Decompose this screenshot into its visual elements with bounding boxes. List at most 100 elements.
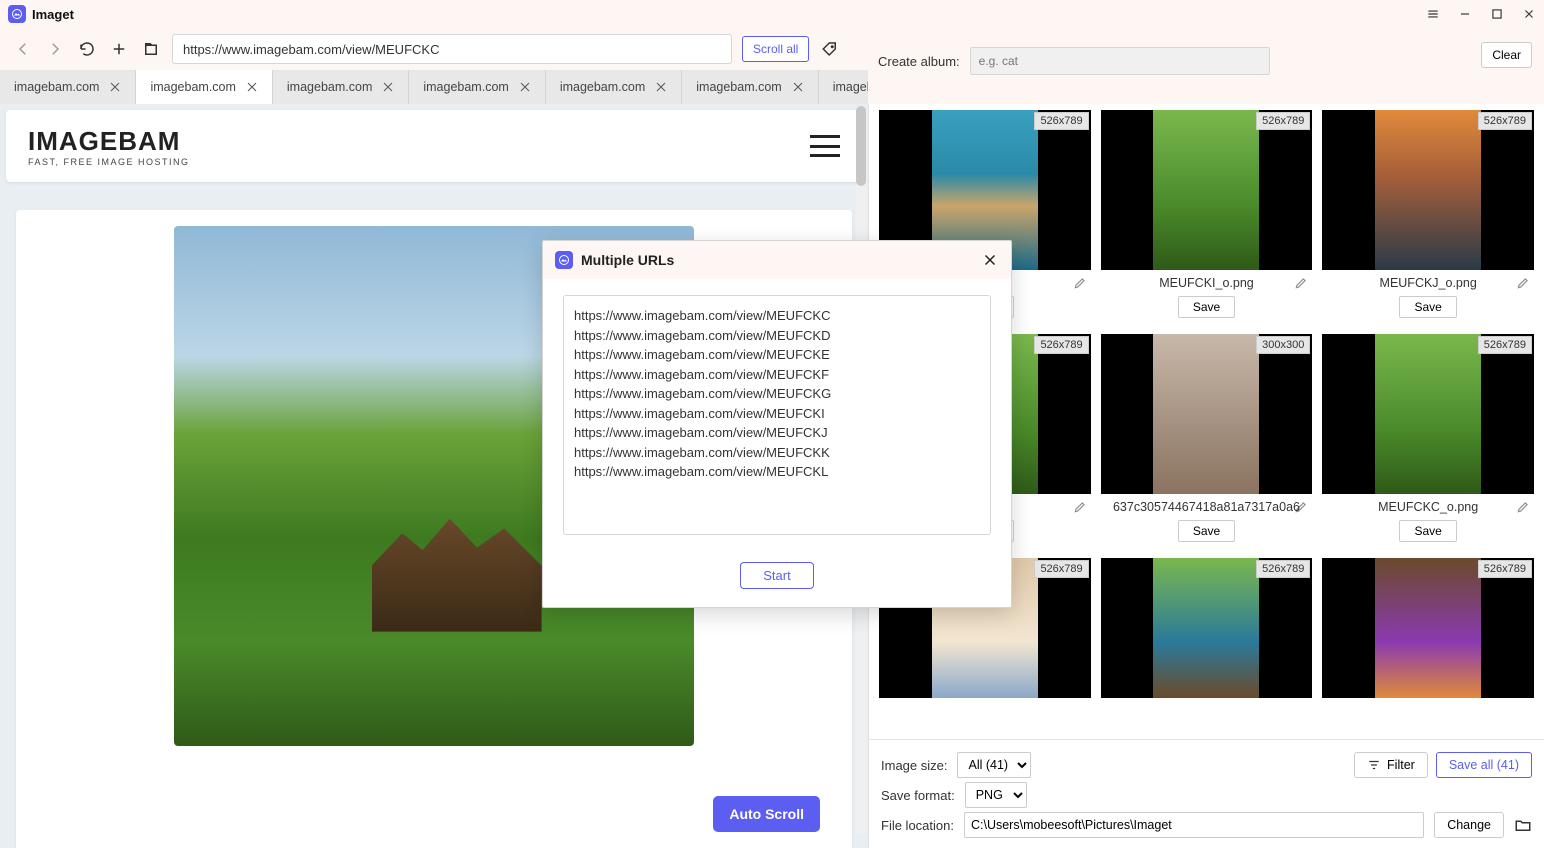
dimension-badge: 526x789 [1034,336,1088,354]
save-button[interactable]: Save [1399,520,1456,542]
filename-row: 637c30574467418a81a7317a0a6 [1101,494,1313,520]
filename: MEUFCKJ_o.png [1380,276,1477,290]
back-icon[interactable] [12,38,34,60]
filename-row: MEUFCKC_o.png [1322,494,1534,520]
site-logo: IMAGEBAM FAST, FREE IMAGE HOSTING [28,126,190,167]
tabs-icon[interactable] [140,38,162,60]
tab[interactable]: imagebam.com [0,70,136,104]
thumbnail-art [1375,334,1481,494]
edit-icon[interactable] [1294,500,1308,514]
thumbnail[interactable]: 526x789 [1322,558,1534,698]
close-icon[interactable] [382,81,394,93]
file-location-input[interactable] [964,812,1424,838]
gallery-card: 526x789 [1101,558,1313,698]
dimension-badge: 526x789 [1478,112,1532,130]
dimension-badge: 526x789 [1034,112,1088,130]
dialog-close-icon[interactable] [981,251,999,269]
dimension-badge: 526x789 [1034,560,1088,578]
add-tab-icon[interactable] [108,38,130,60]
titlebar: Imaget [0,0,1544,28]
clear-button[interactable]: Clear [1481,42,1532,68]
edit-icon[interactable] [1294,276,1308,290]
gallery-card: 526x789 [1322,558,1534,698]
minimize-icon[interactable] [1458,7,1472,21]
reload-icon[interactable] [76,38,98,60]
site-menu-icon[interactable] [810,135,840,157]
filename-row: MEUFCKJ_o.png [1322,270,1534,296]
dimension-badge: 526x789 [1256,112,1310,130]
album-toolbar: Create album: [868,40,1280,82]
dimension-badge: 526x789 [1478,560,1532,578]
page-header: IMAGEBAM FAST, FREE IMAGE HOSTING [6,110,862,182]
gallery-card: 526x789 MEUFCKJ_o.png Save [1322,110,1534,324]
thumbnail[interactable]: 526x789 [1322,110,1534,270]
dimension-badge: 300x300 [1256,336,1310,354]
multiple-urls-dialog: Multiple URLs Start [542,240,1012,608]
edit-icon[interactable] [1516,500,1530,514]
thumbnail[interactable]: 526x789 [1101,110,1313,270]
folder-icon[interactable] [1514,816,1532,834]
save-format-select[interactable]: PNG [965,782,1027,808]
album-input[interactable] [970,47,1270,75]
tag-icon[interactable] [819,38,841,60]
change-button[interactable]: Change [1434,812,1504,838]
thumbnail-art [1153,558,1259,698]
edit-icon[interactable] [1073,276,1087,290]
save-button[interactable]: Save [1178,520,1235,542]
edit-icon[interactable] [1516,276,1530,290]
save-button[interactable]: Save [1399,296,1456,318]
tab[interactable]: imagebam.com [682,70,818,104]
close-window-icon[interactable] [1522,7,1536,21]
dimension-badge: 526x789 [1256,560,1310,578]
close-icon[interactable] [109,81,121,93]
forward-icon[interactable] [44,38,66,60]
gallery-footer: Image size: All (41) Filter Save all (41… [869,739,1544,848]
thumbnail[interactable]: 300x300 [1101,334,1313,494]
url-text: https://www.imagebam.com/view/MEUFCKC [183,42,439,57]
dialog-logo-icon [555,251,573,269]
thumbnail[interactable]: 526x789 [1322,334,1534,494]
file-location-label: File location: [881,818,954,833]
dimension-badge: 526x789 [1478,336,1532,354]
tab[interactable]: imagebam.c [819,70,868,104]
filename: 637c30574467418a81a7317a0a6 [1113,500,1300,514]
scroll-all-button[interactable]: Scroll all [742,36,809,62]
edit-icon[interactable] [1073,500,1087,514]
dialog-title: Multiple URLs [581,252,674,268]
filename: MEUFCKC_o.png [1378,500,1478,514]
close-icon[interactable] [519,81,531,93]
auto-scroll-button[interactable]: Auto Scroll [713,796,820,832]
thumbnail[interactable]: 526x789 [1101,558,1313,698]
gallery-card: 526x789 MEUFCKC_o.png Save [1322,334,1534,548]
gallery-card: 300x300 637c30574467418a81a7317a0a6 Save [1101,334,1313,548]
close-icon[interactable] [792,81,804,93]
image-size-label: Image size: [881,758,947,773]
app-title: Imaget [32,7,74,22]
tab[interactable]: imagebam.com [546,70,682,104]
urls-textarea[interactable] [563,295,991,535]
maximize-icon[interactable] [1490,7,1504,21]
start-button[interactable]: Start [740,562,813,589]
thumbnail-art [1375,558,1481,698]
save-all-button[interactable]: Save all (41) [1436,752,1532,778]
tab-strip: imagebam.com imagebam.com imagebam.com i… [0,70,868,104]
gallery-card: 526x789 MEUFCKI_o.png Save [1101,110,1313,324]
filter-button[interactable]: Filter [1354,752,1428,778]
thumbnail-art [1153,110,1259,270]
close-icon[interactable] [246,81,258,93]
save-format-label: Save format: [881,788,955,803]
url-bar[interactable]: https://www.imagebam.com/view/MEUFCKC [172,34,732,64]
save-button[interactable]: Save [1178,296,1235,318]
image-size-select[interactable]: All (41) [957,752,1031,778]
tab[interactable]: imagebam.com [409,70,545,104]
close-icon[interactable] [655,81,667,93]
tab[interactable]: imagebam.com [273,70,409,104]
filename-row: MEUFCKI_o.png [1101,270,1313,296]
menu-icon[interactable] [1426,7,1440,21]
filename: MEUFCKI_o.png [1159,276,1253,290]
thumbnail-art [1375,110,1481,270]
thumbnail-art [1153,334,1259,494]
tab[interactable]: imagebam.com [136,70,272,104]
browser-toolbar: https://www.imagebam.com/view/MEUFCKC Sc… [0,28,1544,70]
app-logo-icon [8,5,26,23]
